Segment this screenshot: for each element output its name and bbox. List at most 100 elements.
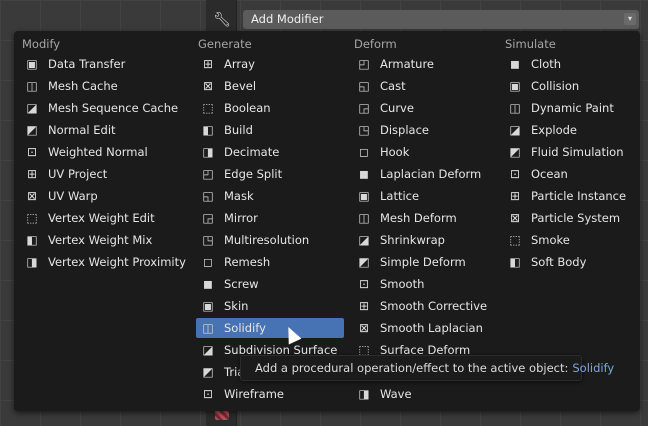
- menu-item-decimate[interactable]: ◨ Decimate: [196, 142, 344, 162]
- menu-item-label: Solidify: [224, 321, 266, 335]
- ocean-icon: ⊡: [509, 167, 521, 181]
- menu-item-displace[interactable]: ◳ Displace: [352, 120, 497, 140]
- menu-item-array[interactable]: ⊞ Array: [196, 54, 344, 74]
- menu-item-normal-edit[interactable]: ◩ Normal Edit: [20, 120, 188, 140]
- menu-item-dynamic-paint[interactable]: ◫ Dynamic Paint: [503, 98, 633, 118]
- wave-icon: ◨: [358, 387, 370, 401]
- wireframe-icon: ⊡: [202, 387, 214, 401]
- tooltip: Add a procedural operation/effect to the…: [240, 355, 614, 381]
- smoke-icon: ⬚: [509, 233, 521, 247]
- menu-item-mirror[interactable]: ◲ Mirror: [196, 208, 344, 228]
- add-modifier-dropdown[interactable]: Add Modifier ▾: [243, 10, 639, 29]
- add-modifier-menu: Modify Generate Deform Simulate ▣ Data Tr…: [14, 31, 640, 411]
- add-modifier-label: Add Modifier: [251, 12, 324, 26]
- menu-item-particle-system[interactable]: ⊠ Particle System: [503, 208, 633, 228]
- menu-item-edge-split[interactable]: ◰ Edge Split: [196, 164, 344, 184]
- menu-item-smooth-corrective[interactable]: ⊞ Smooth Corrective: [352, 296, 497, 316]
- menu-item-cast[interactable]: ◱ Cast: [352, 76, 497, 96]
- menu-item-soft-body[interactable]: ◧ Soft Body: [503, 252, 633, 272]
- skin-icon: ▣: [202, 299, 214, 313]
- menu-item-label: Ocean: [531, 167, 568, 181]
- tooltip-python: Solidify: [572, 361, 615, 375]
- menu-item-remesh[interactable]: ◻ Remesh: [196, 252, 344, 272]
- menu-item-data-transfer[interactable]: ▣ Data Transfer: [20, 54, 188, 74]
- menu-item-explode[interactable]: ◪ Explode: [503, 120, 633, 140]
- menu-item-vertex-weight-proximity[interactable]: ◨ Vertex Weight Proximity: [20, 252, 188, 272]
- chevron-down-icon: ▾: [624, 13, 636, 25]
- menu-item-curve[interactable]: ◲ Curve: [352, 98, 497, 118]
- menu-item-wave[interactable]: ◨ Wave: [352, 384, 497, 404]
- menu-item-simple-deform[interactable]: ◩ Simple Deform: [352, 252, 497, 272]
- menu-item-uv-project[interactable]: ⊞ UV Project: [20, 164, 188, 184]
- cast-icon: ◱: [358, 79, 370, 93]
- menu-item-laplacian-deform[interactable]: ◼ Laplacian Deform: [352, 164, 497, 184]
- menu-item-label: Mirror: [224, 211, 258, 225]
- cloth-icon: ◼: [510, 57, 520, 71]
- menu-item-multiresolution[interactable]: ◳ Multiresolution: [196, 230, 344, 250]
- menu-item-label: Build: [224, 123, 253, 137]
- menu-item-label: Cloth: [531, 57, 562, 71]
- menu-item-label: Vertex Weight Mix: [48, 233, 153, 247]
- menu-item-mesh-cache[interactable]: ◫ Mesh Cache: [20, 76, 188, 96]
- smooth-laplacian-icon: ⊠: [358, 321, 370, 335]
- normal-edit-icon: ◩: [26, 123, 38, 137]
- menu-item-label: Cast: [380, 79, 406, 93]
- menu-item-mesh-sequence-cache[interactable]: ◪ Mesh Sequence Cache: [20, 98, 188, 118]
- menu-item-skin[interactable]: ▣ Skin: [196, 296, 344, 316]
- vertex-weight-edit-icon: ⬚: [26, 211, 38, 225]
- menu-item-label: Mask: [224, 189, 254, 203]
- menu-item-shrinkwrap[interactable]: ◪ Shrinkwrap: [352, 230, 497, 250]
- menu-item-label: Mesh Cache: [48, 79, 118, 93]
- wrench-icon[interactable]: 🔧︎: [212, 10, 232, 30]
- menu-item-vertex-weight-mix[interactable]: ◧ Vertex Weight Mix: [20, 230, 188, 250]
- column-title-deform: Deform: [354, 37, 397, 51]
- array-icon: ⊞: [202, 57, 214, 71]
- menu-item-build[interactable]: ◧ Build: [196, 120, 344, 140]
- menu-item-label: UV Warp: [48, 189, 98, 203]
- curve-icon: ◲: [358, 101, 370, 115]
- menu-item-ocean[interactable]: ⊡ Ocean: [503, 164, 633, 184]
- column-title-generate: Generate: [198, 37, 252, 51]
- menu-item-label: Vertex Weight Edit: [48, 211, 155, 225]
- menu-item-lattice[interactable]: ▣ Lattice: [352, 186, 497, 206]
- menu-item-label: Smooth Corrective: [380, 299, 488, 313]
- menu-item-uv-warp[interactable]: ⊠ UV Warp: [20, 186, 188, 206]
- menu-item-mesh-deform[interactable]: ◫ Mesh Deform: [352, 208, 497, 228]
- menu-item-solidify[interactable]: ◫ Solidify: [196, 318, 344, 338]
- menu-item-label: Explode: [531, 123, 577, 137]
- menu-item-label: Fluid Simulation: [531, 145, 624, 159]
- menu-item-mask[interactable]: ◱ Mask: [196, 186, 344, 206]
- menu-item-bevel[interactable]: ⊠ Bevel: [196, 76, 344, 96]
- mesh-deform-icon: ◫: [358, 211, 370, 225]
- menu-item-smoke[interactable]: ⬚ Smoke: [503, 230, 633, 250]
- menu-item-fluid-simulation[interactable]: ◩ Fluid Simulation: [503, 142, 633, 162]
- menu-item-label: Boolean: [224, 101, 271, 115]
- menu-item-collision[interactable]: ▣ Collision: [503, 76, 633, 96]
- menu-item-label: Displace: [380, 123, 429, 137]
- menu-item-label: Armature: [380, 57, 434, 71]
- shrinkwrap-icon: ◪: [358, 233, 370, 247]
- menu-item-smooth-laplacian[interactable]: ⊠ Smooth Laplacian: [352, 318, 497, 338]
- menu-item-smooth[interactable]: ⊡ Smooth: [352, 274, 497, 294]
- menu-item-wireframe[interactable]: ⊡ Wireframe: [196, 384, 344, 404]
- menu-item-vertex-weight-edit[interactable]: ⬚ Vertex Weight Edit: [20, 208, 188, 228]
- menu-item-label: Edge Split: [224, 167, 283, 181]
- menu-item-weighted-normal[interactable]: ⊡ Weighted Normal: [20, 142, 188, 162]
- fluid-simulation-icon: ◩: [509, 145, 521, 159]
- menu-item-armature[interactable]: ◰ Armature: [352, 54, 497, 74]
- menu-item-label: Smoke: [531, 233, 570, 247]
- menu-item-label: Collision: [531, 79, 580, 93]
- mesh-cache-icon: ◫: [26, 79, 38, 93]
- column-title-simulate: Simulate: [505, 37, 556, 51]
- menu-item-boolean[interactable]: ⬚ Boolean: [196, 98, 344, 118]
- triangulate-icon: ◩: [202, 365, 214, 379]
- menu-item-cloth[interactable]: ◼ Cloth: [503, 54, 633, 74]
- particle-system-icon: ⊠: [509, 211, 521, 225]
- menu-item-particle-instance[interactable]: ⊞ Particle Instance: [503, 186, 633, 206]
- multiresolution-icon: ◳: [202, 233, 214, 247]
- laplacian-deform-icon: ◼: [359, 167, 369, 181]
- menu-item-label: Bevel: [224, 79, 257, 93]
- mesh-sequence-cache-icon: ◪: [26, 101, 38, 115]
- menu-item-screw[interactable]: ◼ Screw: [196, 274, 344, 294]
- menu-item-hook[interactable]: ◻ Hook: [352, 142, 497, 162]
